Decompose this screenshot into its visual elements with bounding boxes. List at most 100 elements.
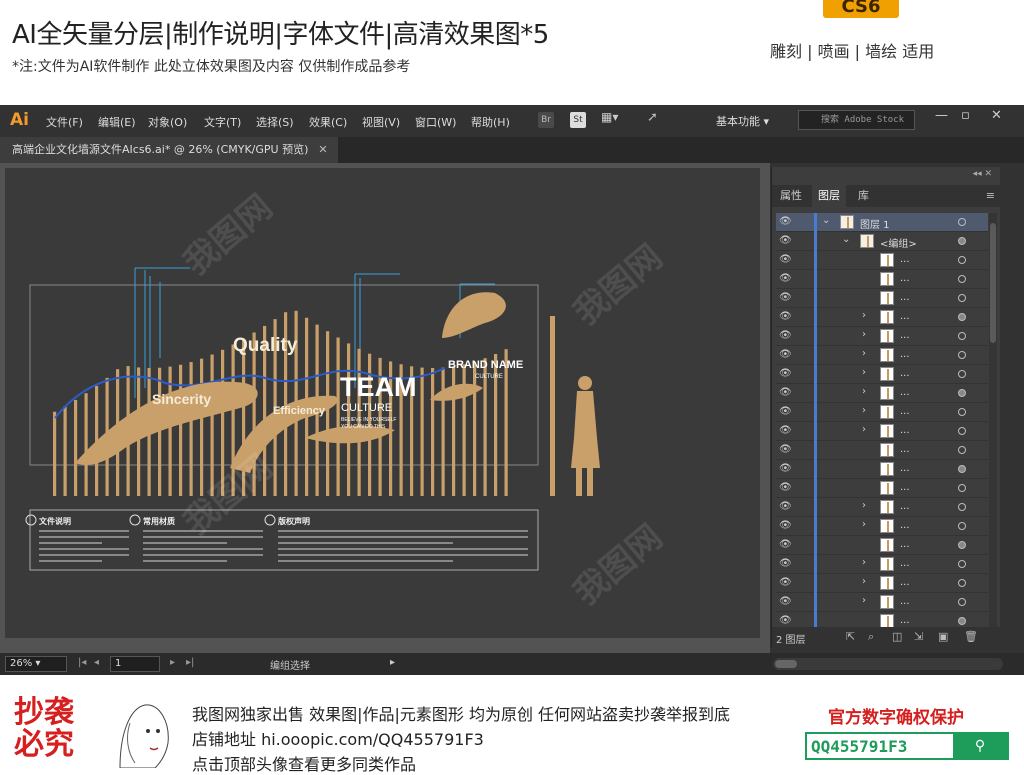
chevron-right-icon[interactable]: › (862, 329, 866, 340)
menu-edit[interactable]: 编辑(E) (98, 114, 136, 130)
visibility-eye-icon[interactable]: 👁 (779, 558, 792, 569)
menu-help[interactable]: 帮助(H) (471, 114, 510, 130)
layer-row[interactable]: 👁... (776, 479, 988, 498)
layer-row[interactable]: 👁 ›... (776, 346, 988, 365)
target-circle-icon[interactable] (958, 408, 966, 416)
target-circle-icon[interactable] (958, 522, 966, 530)
designer-avatar[interactable] (100, 693, 180, 768)
layer-row[interactable]: 👁... (776, 270, 988, 289)
target-circle-icon[interactable] (958, 484, 966, 492)
target-circle-icon[interactable] (958, 541, 966, 549)
target-circle-icon[interactable] (958, 218, 966, 226)
new-layer-icon[interactable]: ▣ (938, 630, 948, 643)
chevron-right-icon[interactable]: › (862, 595, 866, 606)
chevron-right-icon[interactable]: › (862, 367, 866, 378)
layer-row[interactable]: 👁 ⌄ 图层 1 (776, 213, 988, 232)
last-artboard-icon[interactable]: ▸| (186, 657, 194, 668)
layer-row[interactable]: 👁... (776, 536, 988, 555)
visibility-eye-icon[interactable]: 👁 (779, 311, 792, 322)
target-circle-icon[interactable] (958, 389, 966, 397)
layer-row[interactable]: 👁 ›... (776, 384, 988, 403)
layer-row[interactable]: 👁 ›... (776, 422, 988, 441)
chevron-right-icon[interactable]: › (862, 519, 866, 530)
visibility-eye-icon[interactable]: 👁 (779, 216, 792, 227)
menu-file[interactable]: 文件(F) (46, 114, 83, 130)
arrange-documents-icon[interactable]: ▦▾ (601, 110, 618, 124)
workspace-switcher[interactable]: 基本功能 ▾ (716, 113, 769, 129)
restore-icon[interactable]: ▫ (961, 108, 970, 123)
layer-row[interactable]: 👁 ›... (776, 327, 988, 346)
visibility-eye-icon[interactable]: 👁 (779, 520, 792, 531)
target-circle-icon[interactable] (958, 427, 966, 435)
layer-row[interactable]: 👁... (776, 441, 988, 460)
menu-effect[interactable]: 效果(C) (309, 114, 347, 130)
visibility-eye-icon[interactable]: 👁 (779, 615, 792, 626)
target-circle-icon[interactable] (958, 617, 966, 625)
scrollbar-thumb[interactable] (990, 223, 996, 343)
new-sublayer-icon[interactable]: ⇲ (914, 630, 923, 643)
document-tab[interactable]: 高端企业文化墙源文件AIcs6.ai* @ 26% (CMYK/GPU 预览) ✕ (0, 137, 338, 163)
search-button[interactable]: ⚲ (953, 734, 1007, 758)
target-circle-icon[interactable] (958, 370, 966, 378)
visibility-eye-icon[interactable]: 👁 (779, 482, 792, 493)
visibility-eye-icon[interactable]: 👁 (779, 501, 792, 512)
target-circle-icon[interactable] (958, 503, 966, 511)
menu-select[interactable]: 选择(S) (256, 114, 294, 130)
target-circle-icon[interactable] (958, 446, 966, 454)
target-circle-icon[interactable] (958, 237, 966, 245)
visibility-eye-icon[interactable]: 👁 (779, 425, 792, 436)
tab-properties[interactable]: 属性 (774, 185, 808, 207)
layer-row[interactable]: 👁 ›... (776, 555, 988, 574)
canvas-area[interactable]: Quality Sincerity Efficiency TEAM CULTUR… (0, 163, 770, 653)
target-circle-icon[interactable] (958, 579, 966, 587)
minimize-icon[interactable]: — (935, 108, 948, 123)
layer-row[interactable]: 👁 ›... (776, 574, 988, 593)
target-circle-icon[interactable] (958, 294, 966, 302)
visibility-eye-icon[interactable]: 👁 (779, 273, 792, 284)
footer-line-2[interactable]: 店铺地址 hi.ooopic.com/QQ455791F3 (192, 726, 484, 750)
layers-scrollbar[interactable] (989, 213, 997, 627)
panel-menu-icon[interactable]: ≡ (986, 189, 995, 202)
layer-row[interactable]: 👁 ›... (776, 403, 988, 422)
zoom-select[interactable]: 26% ▾ (5, 656, 67, 672)
chevron-right-icon[interactable]: › (862, 348, 866, 359)
visibility-eye-icon[interactable]: 👁 (779, 577, 792, 588)
menu-object[interactable]: 对象(O) (148, 114, 187, 130)
chevron-right-icon[interactable]: › (862, 405, 866, 416)
visibility-eye-icon[interactable]: 👁 (779, 463, 792, 474)
tab-libraries[interactable]: 库 (852, 185, 875, 207)
visibility-eye-icon[interactable]: 👁 (779, 387, 792, 398)
visibility-eye-icon[interactable]: 👁 (779, 330, 792, 341)
layer-row[interactable]: 👁 ›... (776, 498, 988, 517)
stock-search-input[interactable]: 搜索 Adobe Stock (798, 110, 915, 130)
stock-icon[interactable]: St (570, 112, 586, 128)
visibility-eye-icon[interactable]: 👁 (779, 349, 792, 360)
next-artboard-icon[interactable]: ▸ (170, 657, 175, 668)
layer-row[interactable]: 👁 ⌄ <编组> (776, 232, 988, 251)
target-circle-icon[interactable] (958, 275, 966, 283)
target-circle-icon[interactable] (958, 465, 966, 473)
layer-row[interactable]: 👁 ›... (776, 593, 988, 612)
visibility-eye-icon[interactable]: 👁 (779, 235, 792, 246)
layer-row[interactable]: 👁... (776, 612, 988, 627)
status-menu-icon[interactable]: ▸ (390, 657, 395, 668)
chevron-right-icon[interactable]: › (862, 576, 866, 587)
target-circle-icon[interactable] (958, 351, 966, 359)
chevron-right-icon[interactable]: › (862, 310, 866, 321)
panel-collapse-icon[interactable]: ◂◂ ✕ (973, 169, 992, 179)
delete-layer-icon[interactable]: 🗑 (964, 630, 978, 643)
visibility-eye-icon[interactable]: 👁 (779, 292, 792, 303)
tab-close-icon[interactable]: ✕ (318, 143, 327, 156)
layer-row[interactable]: 👁... (776, 289, 988, 308)
chevron-down-icon[interactable]: ⌄ (822, 215, 830, 226)
target-circle-icon[interactable] (958, 560, 966, 568)
visibility-eye-icon[interactable]: 👁 (779, 254, 792, 265)
layer-row[interactable]: 👁... (776, 251, 988, 270)
close-icon[interactable]: ✕ (991, 108, 1002, 123)
bridge-icon[interactable]: Br (538, 112, 554, 128)
visibility-eye-icon[interactable]: 👁 (779, 596, 792, 607)
first-artboard-icon[interactable]: |◂ (78, 657, 86, 668)
chevron-right-icon[interactable]: › (862, 500, 866, 511)
hscroll-thumb[interactable] (775, 660, 797, 668)
chevron-right-icon[interactable]: › (862, 386, 866, 397)
